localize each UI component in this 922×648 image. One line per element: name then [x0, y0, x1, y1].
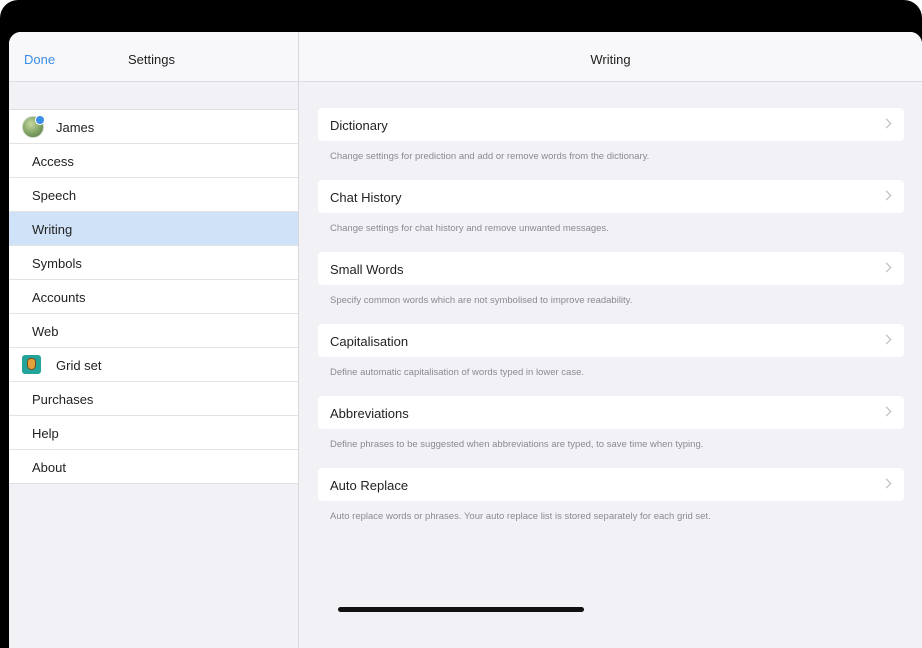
- sidebar-item-label: Writing: [32, 222, 73, 237]
- chevron-right-icon: [881, 190, 892, 201]
- writing-panel: Writing Dictionary Change settings for p…: [299, 32, 922, 648]
- setting-group-dictionary: Dictionary Change settings for predictio…: [318, 108, 904, 162]
- chevron-right-icon: [881, 118, 892, 129]
- sidebar-item-label: Speech: [32, 188, 77, 203]
- row-label: Auto Replace: [330, 478, 409, 493]
- sidebar-item-speech[interactable]: Speech: [9, 178, 298, 212]
- chevron-right-icon: [881, 262, 892, 273]
- abbreviations-row[interactable]: Abbreviations: [318, 396, 904, 429]
- row-label: Chat History: [330, 190, 402, 205]
- chat-history-row[interactable]: Chat History: [318, 180, 904, 213]
- sidebar-item-symbols[interactable]: Symbols: [9, 246, 298, 280]
- sidebar-item-grid-set[interactable]: Grid set: [9, 348, 298, 382]
- sidebar-item-writing[interactable]: Writing: [9, 212, 298, 246]
- sidebar-item-help[interactable]: Help: [9, 416, 298, 450]
- row-label: Capitalisation: [330, 334, 409, 349]
- sidebar-item-access[interactable]: Access: [9, 144, 298, 178]
- setting-group-capitalisation: Capitalisation Define automatic capitali…: [318, 324, 904, 378]
- grid-set-icon: [22, 355, 41, 374]
- chevron-right-icon: [881, 334, 892, 345]
- device-frame: Done Settings James Access Speech Writin…: [0, 0, 922, 648]
- chevron-right-icon: [881, 406, 892, 417]
- row-description: Auto replace words or phrases. Your auto…: [330, 511, 711, 522]
- home-indicator[interactable]: [338, 607, 584, 612]
- sidebar-item-label: Accounts: [32, 290, 86, 305]
- sidebar-item-accounts[interactable]: Accounts: [9, 280, 298, 314]
- app-screen: Done Settings James Access Speech Writin…: [9, 32, 922, 648]
- row-description: Define phrases to be suggested when abbr…: [330, 439, 704, 450]
- dictionary-row[interactable]: Dictionary: [318, 108, 904, 141]
- row-description: Change settings for chat history and rem…: [330, 223, 609, 234]
- sidebar-title: Settings: [128, 52, 175, 67]
- avatar-badge-icon: [35, 115, 45, 125]
- sidebar-item-label: Web: [32, 324, 59, 339]
- sidebar-item-label: James: [56, 120, 95, 135]
- sidebar-item-james[interactable]: James: [9, 110, 298, 144]
- sidebar-item-label: About: [32, 460, 66, 475]
- sidebar-item-label: Purchases: [32, 392, 94, 407]
- row-label: Small Words: [330, 262, 404, 277]
- row-description: Change settings for prediction and add o…: [330, 151, 650, 162]
- sidebar-item-web[interactable]: Web: [9, 314, 298, 348]
- capitalisation-row[interactable]: Capitalisation: [318, 324, 904, 357]
- sidebar-header: Done Settings: [9, 32, 298, 82]
- auto-replace-row[interactable]: Auto Replace: [318, 468, 904, 501]
- sidebar-menu: James Access Speech Writing Symbols Acco…: [9, 109, 298, 484]
- row-description: Define automatic capitalisation of words…: [330, 367, 584, 378]
- sidebar-item-about[interactable]: About: [9, 450, 298, 483]
- setting-group-auto-replace: Auto Replace Auto replace words or phras…: [318, 468, 904, 522]
- setting-group-abbreviations: Abbreviations Define phrases to be sugge…: [318, 396, 904, 450]
- sidebar-item-label: Symbols: [32, 256, 82, 271]
- sidebar-item-label: Help: [32, 426, 59, 441]
- small-words-row[interactable]: Small Words: [318, 252, 904, 285]
- setting-group-small-words: Small Words Specify common words which a…: [318, 252, 904, 306]
- done-button[interactable]: Done: [24, 52, 55, 67]
- chevron-right-icon: [881, 478, 892, 489]
- page-title: Writing: [590, 52, 631, 67]
- row-label: Abbreviations: [330, 406, 409, 421]
- row-label: Dictionary: [330, 118, 388, 133]
- sidebar-item-label: Access: [32, 154, 74, 169]
- setting-group-chat-history: Chat History Change settings for chat hi…: [318, 180, 904, 234]
- main-header: Writing: [299, 32, 922, 82]
- sidebar-item-purchases[interactable]: Purchases: [9, 382, 298, 416]
- settings-sidebar: Done Settings James Access Speech Writin…: [9, 32, 299, 648]
- row-description: Specify common words which are not symbo…: [330, 295, 633, 306]
- sidebar-item-label: Grid set: [56, 358, 102, 373]
